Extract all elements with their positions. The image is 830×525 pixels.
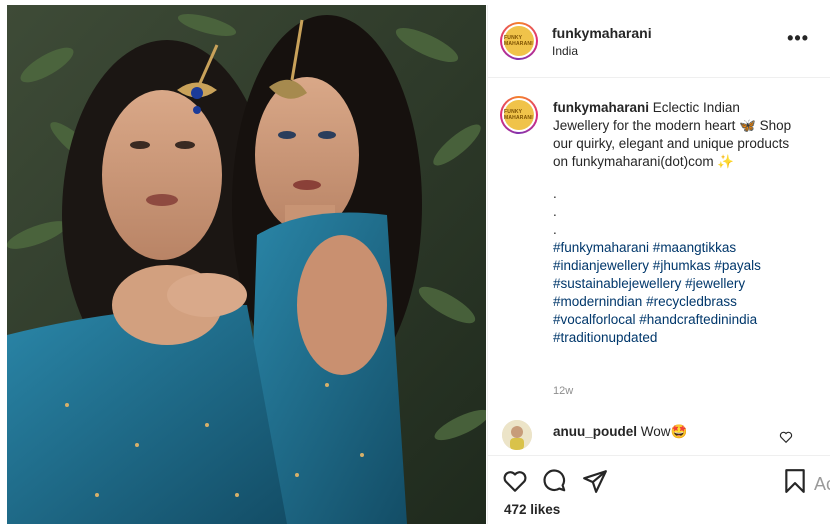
header-username[interactable]: funkymaharani xyxy=(552,25,652,41)
caption-username[interactable]: funkymaharani xyxy=(553,100,649,115)
heart-icon[interactable] xyxy=(502,468,528,499)
share-icon[interactable] xyxy=(582,468,608,499)
caption-avatar[interactable]: FUNKY MAHARANI xyxy=(500,96,538,134)
caption-dot: . xyxy=(553,222,557,237)
brand-logo: FUNKY MAHARANI xyxy=(504,100,534,130)
header-location[interactable]: India xyxy=(552,44,578,58)
post-header: FUNKY MAHARANI funkymaharani India ••• xyxy=(488,5,830,78)
likes-count[interactable]: 472 likes xyxy=(504,502,560,517)
commenter-photo xyxy=(502,420,532,450)
brand-logo: FUNKY MAHARANI xyxy=(504,26,534,56)
comment-row: anuu_poudel Wow🤩 xyxy=(553,424,687,440)
more-options-icon[interactable]: ••• xyxy=(787,29,809,47)
offscreen-overlay-text: Ac xyxy=(814,474,830,494)
profile-avatar[interactable]: FUNKY MAHARANI xyxy=(500,22,538,60)
commenter-avatar[interactable] xyxy=(502,420,532,450)
comment-text: Wow🤩 xyxy=(640,424,688,439)
post-timestamp[interactable]: 12w xyxy=(553,385,573,397)
comment-like-icon[interactable] xyxy=(779,430,793,449)
bookmark-icon[interactable] xyxy=(782,468,808,499)
post-side-panel: FUNKY MAHARANI funkymaharani India ••• F… xyxy=(487,5,830,524)
post-image[interactable] xyxy=(7,5,486,524)
comment-icon[interactable] xyxy=(542,468,568,499)
post-photo-illustration xyxy=(7,5,486,524)
post-caption: funkymaharani Eclectic Indian Jewellery … xyxy=(553,99,793,347)
caption-dot: . xyxy=(553,186,557,201)
comment-username[interactable]: anuu_poudel xyxy=(553,424,637,439)
caption-dot: . xyxy=(553,204,557,219)
post-actions: 472 likes xyxy=(488,455,830,525)
caption-hashtags[interactable]: #funkymaharani #maangtikkas #indianjewel… xyxy=(553,240,761,345)
